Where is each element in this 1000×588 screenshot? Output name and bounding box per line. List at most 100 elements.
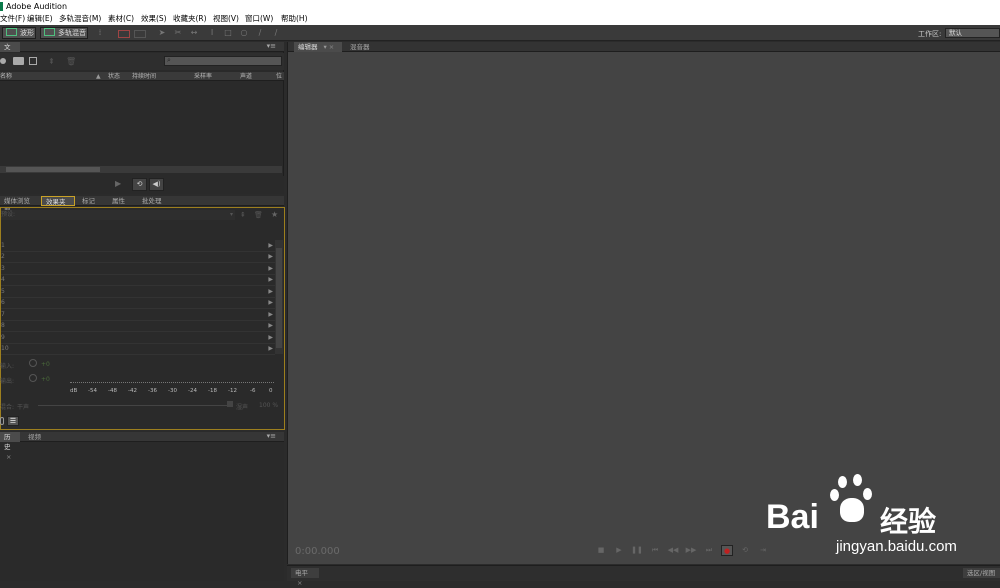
import-icon[interactable] — [29, 57, 37, 65]
slot-arrow-icon[interactable]: ▶ — [268, 263, 273, 274]
col-status[interactable]: 状态 — [108, 72, 120, 81]
files-search-input[interactable]: ⌕ — [164, 56, 282, 66]
slot-number: 8 — [1, 322, 5, 329]
preset-select[interactable]: 预设: ▾ — [1, 210, 235, 220]
autoplay-icon[interactable]: ◀) — [149, 178, 164, 191]
move-tool-icon[interactable]: ➤ — [158, 29, 166, 37]
spectral-frequency-icon[interactable] — [118, 30, 130, 38]
slot-arrow-icon[interactable]: ▶ — [268, 274, 273, 285]
files-hscrollbar[interactable] — [0, 166, 282, 173]
tab-files[interactable]: 文件× — [0, 42, 20, 71]
tab-markers[interactable]: 标记 — [78, 196, 100, 206]
time-selection-icon[interactable]: I — [208, 29, 216, 37]
favorite-star-icon[interactable]: ★ — [271, 210, 278, 219]
tab-properties[interactable]: 属性 — [108, 196, 130, 206]
power-icon[interactable] — [0, 417, 4, 425]
marquee-tool-icon[interactable]: □ — [224, 29, 232, 37]
col-bits[interactable]: 位 — [276, 72, 282, 81]
tab-history[interactable]: 历史 × — [0, 432, 20, 461]
output-knob[interactable] — [29, 374, 37, 382]
menu-view[interactable]: 视图(V) — [213, 13, 239, 25]
menu-help[interactable]: 帮助(H) — [281, 13, 308, 25]
play-icon[interactable]: ▶ — [115, 179, 121, 188]
spectral-pitch-icon[interactable] — [134, 30, 146, 38]
list-icon[interactable]: ☰ — [7, 416, 19, 426]
slip-tool-icon[interactable]: ↔ — [190, 29, 198, 37]
effect-slot[interactable]: 10 ▶ — [1, 343, 275, 355]
loop-icon[interactable]: ⟲ — [739, 545, 751, 556]
spot-heal-icon[interactable]: ∕ — [272, 29, 280, 37]
slot-arrow-icon[interactable]: ▶ — [268, 251, 273, 262]
tab-media-browser[interactable]: 媒体浏览器 — [0, 196, 40, 215]
tab-batch[interactable]: 批处理 — [138, 196, 166, 206]
paw-icon — [830, 474, 880, 526]
mix-slider[interactable] — [38, 405, 230, 406]
effects-vscrollbar[interactable] — [275, 240, 283, 354]
sort-asc-icon[interactable]: ▲ — [96, 72, 101, 81]
loop-icon[interactable]: ⟲ — [132, 178, 147, 191]
workspace-select[interactable]: 默认 — [945, 28, 1000, 38]
mix-slider-handle[interactable] — [227, 401, 233, 407]
rewind-icon[interactable]: ◀◀ — [667, 545, 679, 556]
col-channels[interactable]: 声道 — [240, 72, 252, 81]
stop-icon[interactable]: ■ — [595, 545, 607, 556]
tab-effects-rack[interactable]: 效果夹× — [41, 196, 75, 216]
open-folder-icon[interactable] — [13, 57, 24, 65]
effect-slot[interactable]: 2 ▶ — [1, 251, 275, 263]
razor-tool-icon[interactable]: ✂ — [174, 29, 182, 37]
col-duration[interactable]: 持续时间 — [132, 72, 156, 81]
menu-favorites[interactable]: 收藏夹(R) — [173, 13, 207, 25]
scroll-thumb[interactable] — [276, 248, 282, 348]
multitrack-button[interactable]: 多轨混音 — [40, 27, 88, 39]
scroll-thumb[interactable] — [6, 167, 100, 172]
menu-window[interactable]: 窗口(W) — [245, 13, 273, 25]
menu-file[interactable]: 文件(F) — [0, 13, 25, 25]
waveform-button[interactable]: 波形 — [2, 27, 36, 39]
fast-forward-icon[interactable]: ▶▶ — [685, 545, 697, 556]
lasso-tool-icon[interactable]: ○ — [240, 29, 248, 37]
output-value: +0 — [41, 376, 50, 383]
close-icon[interactable]: × — [329, 43, 334, 51]
effect-slot[interactable]: 4 ▶ — [1, 274, 275, 286]
input-knob[interactable] — [29, 359, 37, 367]
play-icon[interactable]: ▶ — [613, 545, 625, 556]
menu-effects[interactable]: 效果(S) — [141, 13, 167, 25]
save-preset-icon[interactable]: ⇞ — [240, 211, 246, 219]
panel-menu-icon[interactable]: ▾≡ — [267, 42, 276, 50]
close-icon[interactable]: × — [6, 453, 11, 461]
tab-levels[interactable]: 电平 × — [291, 568, 319, 587]
effect-slot[interactable]: 6 ▶ — [1, 297, 275, 309]
slot-arrow-icon[interactable]: ▶ — [268, 286, 273, 297]
menu-clip[interactable]: 素材(C) — [108, 13, 134, 25]
insert-icon[interactable]: ⇞ — [48, 57, 56, 66]
slot-arrow-icon[interactable]: ▶ — [268, 343, 273, 354]
slot-arrow-icon[interactable]: ▶ — [268, 332, 273, 343]
slot-arrow-icon[interactable]: ▶ — [268, 297, 273, 308]
menu-edit[interactable]: 编辑(E) — [27, 13, 53, 25]
ruler-label: -48 — [108, 388, 117, 394]
close-icon[interactable]: × — [297, 579, 302, 587]
tab-mixer[interactable]: 混音器 — [346, 42, 374, 52]
input-value[interactable]: +0 — [41, 361, 50, 368]
go-to-start-icon[interactable]: ⏮ — [649, 545, 661, 556]
tab-selection-view[interactable]: 选区/视图 — [963, 568, 1000, 578]
tab-video[interactable]: 视频 — [24, 432, 46, 442]
col-samplerate[interactable]: 采样率 — [194, 72, 212, 81]
delete-icon[interactable]: 🗑 — [66, 57, 76, 66]
go-to-end-icon[interactable]: ⏭ — [703, 545, 715, 556]
chevron-down-icon[interactable]: ▾ — [324, 43, 327, 51]
slot-arrow-icon[interactable]: ▶ — [268, 309, 273, 320]
col-name[interactable]: 名称 — [0, 72, 12, 81]
delete-preset-icon[interactable]: 🗑 — [254, 211, 263, 219]
tab-video-label: 视频 — [28, 433, 41, 441]
slot-arrow-icon[interactable]: ▶ — [268, 320, 273, 331]
brush-tool-icon[interactable]: ∕ — [256, 29, 264, 37]
record-icon[interactable] — [0, 58, 6, 64]
tab-editor[interactable]: 编辑器 ▾ × — [294, 42, 342, 52]
effect-slot[interactable]: 8 ▶ — [1, 320, 275, 332]
menu-multitrack[interactable]: 多轨混音(M) — [59, 13, 101, 25]
record-icon[interactable]: ● — [721, 545, 733, 556]
slot-arrow-icon[interactable]: ▶ — [268, 240, 273, 251]
pause-icon[interactable]: ❚❚ — [631, 545, 643, 556]
panel-menu-icon[interactable]: ▾≡ — [267, 432, 276, 440]
